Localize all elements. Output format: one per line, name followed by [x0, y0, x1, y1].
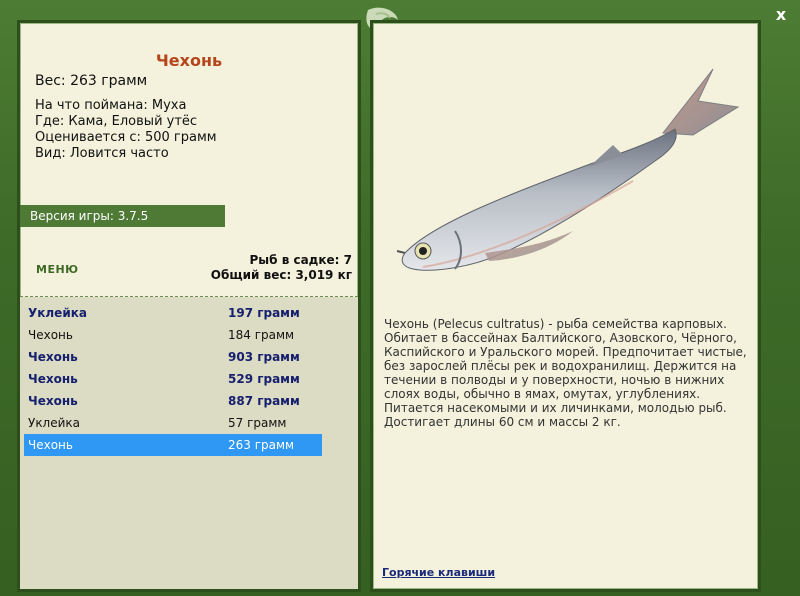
catch-fish-name: Чехонь	[28, 394, 78, 408]
catch-list-item[interactable]: Чехонь 263 грамм	[24, 434, 322, 456]
catch-fish-weight: 887 грамм	[228, 394, 300, 408]
fish-count-text: Рыб в садке: 7	[249, 253, 353, 267]
fish-info-panel: Чехонь Вес: 263 грамм На что поймана: Му…	[17, 20, 361, 592]
fish-weight: Вес: 263 грамм	[35, 73, 148, 89]
catch-fish-weight: 263 грамм	[228, 438, 295, 452]
keepnet-stats: Рыб в садке: 7 Общий вес: 3,019 кг	[211, 253, 352, 283]
catch-fish-weight: 529 грамм	[228, 372, 300, 386]
location-text: Где: Кама, Еловый утёс	[35, 114, 198, 129]
game-version-bar: Версия игры: 3.7.5	[20, 205, 225, 227]
fish-description: Чехонь (Pelecus cultratus) - рыба семейс…	[384, 317, 747, 429]
valued-from-text: Оценивается с: 500 грамм	[35, 130, 217, 145]
catch-fish-weight: 184 грамм	[228, 328, 295, 342]
sabrefish-image	[396, 68, 740, 271]
catch-list-item[interactable]: Чехонь 903 грамм	[24, 346, 322, 368]
caught-on-text: На что поймана: Муха	[35, 98, 187, 113]
catch-list-item[interactable]: Уклейка 197 грамм	[24, 302, 322, 324]
catch-fish-name: Чехонь	[28, 350, 78, 364]
catch-fish-name: Чехонь	[28, 328, 73, 342]
catch-list-item[interactable]: Чехонь 184 грамм	[24, 324, 322, 346]
catch-fish-name: Уклейка	[28, 416, 81, 430]
catch-list-item[interactable]: Уклейка 57 грамм	[24, 412, 322, 434]
fish-name-title: Чехонь	[155, 51, 223, 70]
fish-detail-panel: Чехонь (Pelecus cultratus) - рыба семейс…	[370, 20, 761, 592]
menu-button[interactable]: МЕНЮ	[36, 263, 79, 276]
close-button[interactable]: x	[772, 6, 790, 24]
catch-list: Уклейка 197 грамм Чехонь 184 грамм Чехонь 903…	[20, 297, 358, 589]
catch-fish-name: Чехонь	[28, 372, 78, 386]
catch-fish-weight: 903 грамм	[228, 350, 300, 364]
frequency-text: Вид: Ловится часто	[35, 146, 169, 161]
hotkeys-link[interactable]: Горячие клавиши	[382, 566, 495, 579]
catch-fish-name: Чехонь	[28, 438, 73, 452]
total-weight-text: Общий вес: 3,019 кг	[210, 268, 352, 282]
catch-fish-weight: 57 грамм	[228, 416, 287, 430]
catch-fish-name: Уклейка	[28, 306, 87, 320]
catch-list-item[interactable]: Чехонь 529 грамм	[24, 368, 322, 390]
close-icon[interactable]: x	[776, 5, 786, 24]
catch-list-item[interactable]: Чехонь 887 грамм	[24, 390, 322, 412]
catch-fish-weight: 197 грамм	[228, 306, 300, 320]
